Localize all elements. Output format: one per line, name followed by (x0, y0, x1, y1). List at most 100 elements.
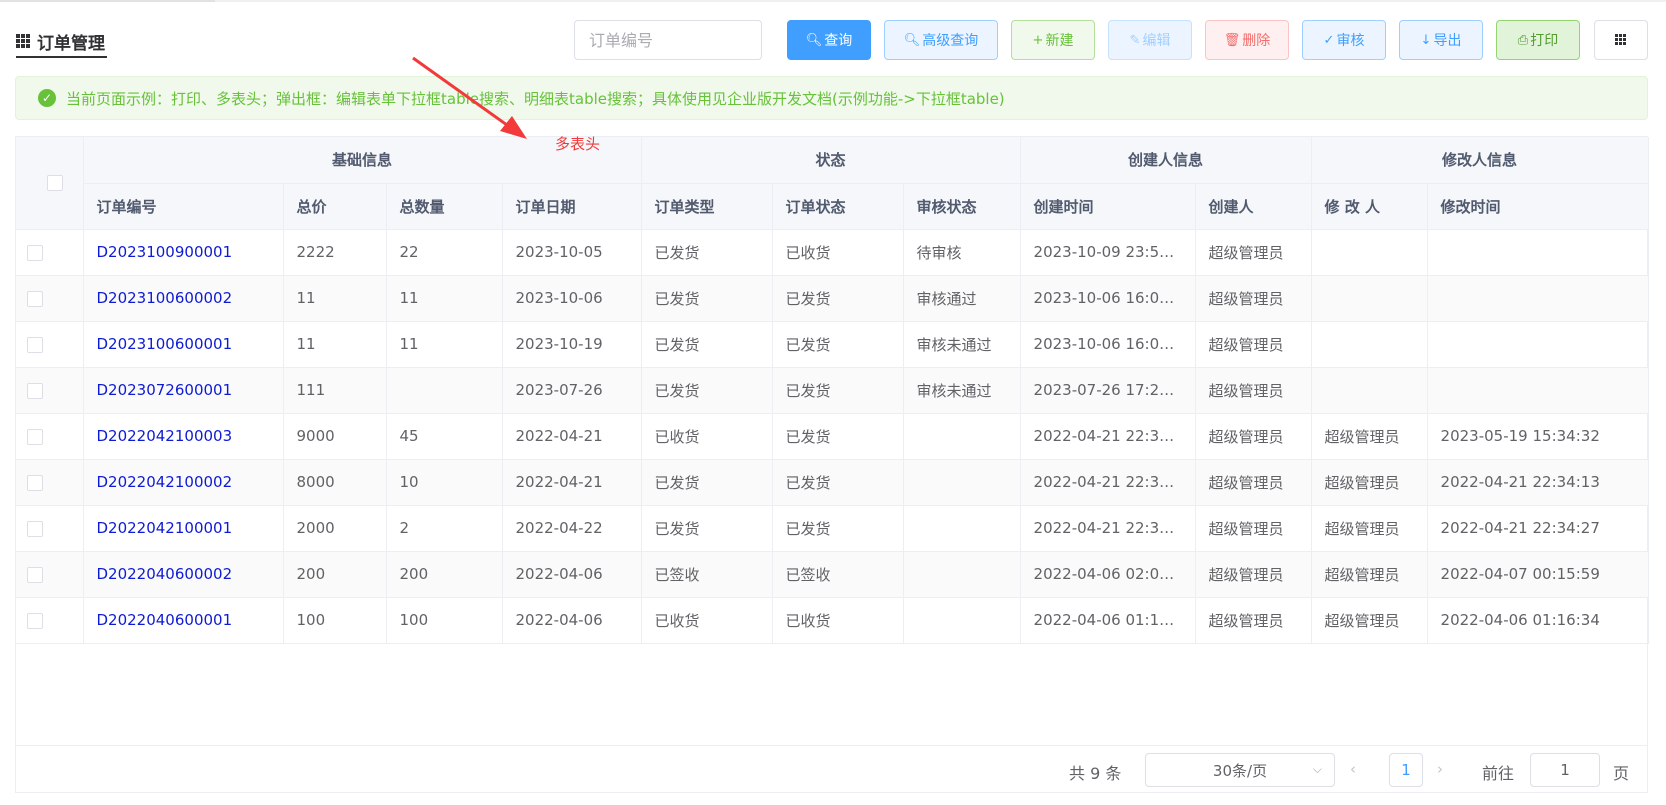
cell-modify-time (1427, 367, 1649, 414)
page-size-select[interactable]: 30条/页 ⌵ (1145, 753, 1335, 787)
row-checkbox[interactable] (27, 520, 43, 537)
cell-modifier (1311, 367, 1428, 414)
cell-order-date: 2023-10-19 (502, 321, 642, 368)
order-no-search-input[interactable] (574, 20, 762, 60)
export-button-label: 导出 (1433, 33, 1462, 49)
group-header-status: 状态 (641, 137, 1021, 184)
chevron-down-icon: ⌵ (1312, 762, 1322, 776)
advanced-query-button-label: 高级查询 (922, 33, 979, 49)
cell-order-type: 已收货 (641, 413, 773, 460)
cell-order-no[interactable]: D2022040600001 (83, 597, 284, 644)
table-row[interactable]: D2023100900001 2222 22 2023-10-05 已发货 已收货 待审核 2… (16, 229, 1649, 276)
cell-total-price: 100 (283, 597, 387, 644)
cell-order-status: 已收货 (772, 597, 904, 644)
cell-order-date: 2023-10-06 (502, 275, 642, 322)
cell-order-status: 已发货 (772, 459, 904, 506)
table-row[interactable]: D2022042100003 9000 45 2022-04-21 已收货 已发货 2022… (16, 413, 1649, 460)
column-header-order-type[interactable]: 订单类型 (641, 183, 773, 230)
arrow-down-icon: ↓ (1420, 32, 1432, 48)
cell-modify-time: 2022-04-21 22:34:13 (1427, 459, 1649, 506)
cell-order-date: 2023-10-05 (502, 229, 642, 276)
cell-audit-status: 审核未通过 (903, 367, 1021, 414)
cell-total-qty: 2 (386, 505, 503, 552)
grid-icon (16, 33, 31, 49)
row-checkbox[interactable] (27, 612, 43, 629)
delete-button-label: 删除 (1242, 33, 1271, 49)
table-row[interactable]: D2022042100002 8000 10 2022-04-21 已发货 已发货 2022… (16, 459, 1649, 506)
cell-order-no[interactable]: D2023100600001 (83, 321, 284, 368)
export-button[interactable]: ↓ 导出 (1399, 20, 1483, 60)
row-select-cell (16, 459, 84, 506)
row-checkbox[interactable] (27, 566, 43, 583)
cell-creator: 超级管理员 (1195, 459, 1312, 506)
cell-order-no[interactable]: D2023100600002 (83, 275, 284, 322)
column-settings-button[interactable] (1594, 20, 1648, 60)
printer-icon: ⎙ (1517, 32, 1529, 48)
row-checkbox[interactable] (27, 290, 43, 307)
cell-order-no[interactable]: D2023100900001 (83, 229, 284, 276)
cell-order-status: 已发货 (772, 367, 904, 414)
column-header-total-price[interactable]: 总价 (283, 183, 387, 230)
table-row[interactable]: D2022040600001 100 100 2022-04-06 已收货 已收货 2022… (16, 597, 1649, 644)
cell-modify-time: 2022-04-06 01:16:34 (1427, 597, 1649, 644)
cell-order-status: 已发货 (772, 321, 904, 368)
table-row[interactable]: D2023100600001 11 11 2023-10-19 已发货 已发货 审核未通过 2… (16, 321, 1649, 368)
cell-order-no[interactable]: D2022042100003 (83, 413, 284, 460)
row-checkbox[interactable] (27, 474, 43, 491)
cell-audit-status (903, 505, 1021, 552)
select-all-checkbox[interactable] (46, 175, 63, 192)
cell-order-no[interactable]: D2022042100002 (83, 459, 284, 506)
table-row[interactable]: D2022042100001 2000 2 2022-04-22 已发货 已发货 2022-… (16, 505, 1649, 552)
cell-create-time: 2022-04-06 01:14... (1020, 597, 1196, 644)
cell-create-time: 2022-04-21 22:33... (1020, 505, 1196, 552)
cell-total-qty (386, 367, 503, 414)
table-row[interactable]: D2022040600002 200 200 2022-04-06 已签收 已签收 2022… (16, 551, 1649, 598)
query-button[interactable]: 🔍︎ 查询 (787, 20, 871, 60)
row-checkbox[interactable] (27, 336, 43, 353)
cell-order-date: 2022-04-06 (502, 597, 642, 644)
column-header-total-qty[interactable]: 总数量 (386, 183, 503, 230)
column-header-audit-status[interactable]: 审核状态 (903, 183, 1021, 230)
row-select-cell (16, 505, 84, 552)
row-checkbox[interactable] (27, 428, 43, 445)
column-header-create-time[interactable]: 创建时间 (1020, 183, 1196, 230)
table-row[interactable]: D2023072600001 111 2023-07-26 已发货 已发货 审核未通过 20… (16, 367, 1649, 414)
cell-audit-status (903, 413, 1021, 460)
column-header-creator[interactable]: 创建人 (1195, 183, 1312, 230)
column-header-modifier[interactable]: 修 改 人 (1311, 183, 1428, 230)
cell-creator: 超级管理员 (1195, 597, 1312, 644)
cell-audit-status: 待审核 (903, 229, 1021, 276)
column-header-order-status[interactable]: 订单状态 (772, 183, 904, 230)
row-checkbox[interactable] (27, 244, 43, 261)
prev-page-icon[interactable]: ‹ (1350, 760, 1356, 778)
select-all-cell (16, 137, 84, 230)
goto-page-input[interactable] (1530, 753, 1600, 787)
page-number-current[interactable]: 1 (1389, 753, 1423, 787)
cell-order-status: 已发货 (772, 275, 904, 322)
cell-order-no[interactable]: D2022042100001 (83, 505, 284, 552)
column-header-order-no[interactable]: 订单编号 (83, 183, 284, 230)
column-header-modify-time[interactable]: 修改时间 (1427, 183, 1649, 230)
pagination-total: 共 9 条 (1069, 764, 1122, 783)
column-header-order-date[interactable]: 订单日期 (502, 183, 642, 230)
page-title: 订单管理 (16, 26, 107, 58)
cell-total-qty: 11 (386, 321, 503, 368)
row-checkbox[interactable] (27, 382, 43, 399)
cell-order-no[interactable]: D2023072600001 (83, 367, 284, 414)
cell-total-price: 111 (283, 367, 387, 414)
next-page-icon[interactable]: › (1437, 760, 1443, 778)
delete-button[interactable]: 🗑︎ 删除 (1205, 20, 1289, 60)
new-button[interactable]: + 新建 (1011, 20, 1095, 60)
cell-total-price: 2000 (283, 505, 387, 552)
audit-button[interactable]: ✓ 审核 (1302, 20, 1386, 60)
cell-creator: 超级管理员 (1195, 413, 1312, 460)
cell-total-qty: 22 (386, 229, 503, 276)
cell-order-no[interactable]: D2022040600002 (83, 551, 284, 598)
edit-button[interactable]: ✎ 编辑 (1108, 20, 1192, 60)
cell-total-price: 8000 (283, 459, 387, 506)
table-row[interactable]: D2023100600002 11 11 2023-10-06 已发货 已发货 审核通过 20… (16, 275, 1649, 322)
print-button[interactable]: ⎙ 打印 (1496, 20, 1580, 60)
advanced-query-button[interactable]: 🔍︎ 高级查询 (884, 20, 998, 60)
cell-modify-time: 2023-05-19 15:34:32 (1427, 413, 1649, 460)
cell-order-type: 已发货 (641, 275, 773, 322)
